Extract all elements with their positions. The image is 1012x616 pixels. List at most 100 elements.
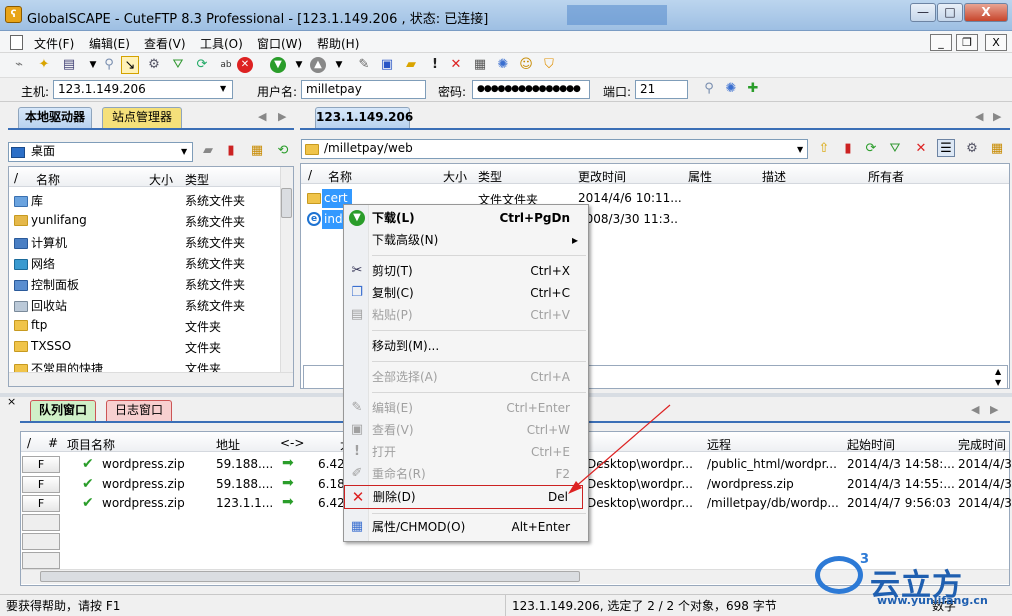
connect-go-icon[interactable]: ⚲ bbox=[700, 80, 718, 98]
list-item[interactable]: ftp 文件夹 bbox=[14, 318, 279, 339]
qcol-item-name[interactable]: 项目名称 bbox=[67, 436, 115, 453]
list-item[interactable]: 回收站 系统文件夹 bbox=[14, 297, 279, 318]
ctx-edit[interactable]: ✎ 编辑(E) Ctrl+Enter bbox=[344, 397, 588, 419]
remote-path-combo[interactable]: /milletpay/web bbox=[301, 139, 808, 159]
upload-icon[interactable]: ▲ bbox=[310, 57, 326, 73]
menu-view[interactable]: 查看(V) bbox=[144, 35, 186, 52]
ctx-download-advanced[interactable]: 下载高级(N) ▸ bbox=[344, 229, 588, 251]
minimize-button[interactable]: — bbox=[910, 3, 936, 22]
queue-row-name[interactable]: wordpress.zip bbox=[102, 477, 185, 498]
qcol-remote[interactable]: 远程 bbox=[707, 436, 731, 453]
tab-scroll-right-icon[interactable]: ▶ bbox=[278, 110, 286, 123]
qcol-start-time[interactable]: 起始时间 bbox=[847, 436, 895, 453]
tab-local-drives[interactable]: 本地驱动器 bbox=[18, 107, 92, 128]
col-size[interactable]: 大小 bbox=[149, 171, 173, 188]
rcol-attributes[interactable]: 属性 bbox=[688, 168, 712, 185]
host-input[interactable]: 123.1.149.206 bbox=[53, 80, 233, 99]
ctx-delete[interactable]: ✕ 删除(D) Del bbox=[344, 485, 583, 509]
delete-icon[interactable]: ✕ bbox=[447, 56, 465, 74]
queue-row-button[interactable]: F bbox=[22, 495, 60, 512]
qcol-address[interactable]: 地址 bbox=[216, 436, 240, 453]
remote-bookmark-icon[interactable]: ▮ bbox=[839, 140, 857, 158]
qcol-index[interactable]: # bbox=[48, 436, 58, 450]
properties-icon[interactable]: ▦ bbox=[471, 56, 489, 74]
rcol-sort[interactable]: / bbox=[308, 168, 312, 182]
rcol-modified[interactable]: 更改时间 bbox=[578, 168, 626, 185]
col-type[interactable]: 类型 bbox=[185, 171, 209, 188]
local-scrollbar-thumb[interactable] bbox=[281, 188, 292, 218]
list-item[interactable]: 库系统文件夹 bbox=[14, 192, 279, 213]
ctx-copy[interactable]: ❐ 复制(C) Ctrl+C bbox=[344, 282, 588, 304]
queue-row-button[interactable]: F bbox=[22, 456, 60, 473]
remote-delete-icon[interactable]: ✕ bbox=[912, 140, 930, 158]
menu-file[interactable]: 文件(F) bbox=[34, 35, 74, 52]
qcol-direction[interactable]: <-> bbox=[280, 436, 304, 450]
ctx-download[interactable]: ▼ 下载(L) Ctrl+PgDn bbox=[344, 207, 588, 229]
ctx-paste[interactable]: ▤ 粘贴(P) Ctrl+V bbox=[344, 304, 588, 326]
list-item[interactable]: 网络 系统文件夹 bbox=[14, 255, 279, 276]
password-input[interactable]: ●●●●●●●●●●●●●●● bbox=[472, 80, 590, 99]
queue-row-name[interactable]: wordpress.zip bbox=[102, 457, 185, 478]
exclamation-icon[interactable]: ! bbox=[426, 56, 444, 74]
remote-path-dropdown-icon[interactable]: ▼ bbox=[797, 145, 803, 154]
menu-edit[interactable]: 编辑(E) bbox=[89, 35, 130, 52]
remote-newfolder-icon[interactable]: ▦ bbox=[988, 140, 1006, 158]
ctx-open[interactable]: ! 打开 Ctrl+E bbox=[344, 441, 588, 463]
new-folder-icon[interactable]: ▦ bbox=[248, 142, 266, 160]
log-scroll-up-icon[interactable]: ▲ bbox=[995, 367, 1001, 376]
close-queue-icon[interactable]: × bbox=[7, 395, 16, 408]
sync-icon[interactable]: ⟲ bbox=[274, 142, 292, 160]
remote-refresh-icon[interactable]: ⟳ bbox=[862, 140, 880, 158]
remote-filter-icon[interactable]: ⛛ bbox=[886, 140, 904, 158]
remote-up-icon[interactable]: ⇧ bbox=[815, 140, 833, 158]
list-item[interactable]: 计算机 系统文件夹 bbox=[14, 234, 279, 255]
log-scroll-down-icon[interactable]: ▼ bbox=[995, 378, 1001, 387]
maximize-button[interactable]: □ bbox=[937, 3, 963, 22]
mdi-minimize-button[interactable]: _ bbox=[930, 34, 952, 51]
stop-icon[interactable]: ✕ bbox=[237, 57, 253, 73]
rcol-type[interactable]: 类型 bbox=[478, 168, 502, 185]
ctx-rename[interactable]: ✐ 重命名(R) F2 bbox=[344, 463, 588, 485]
remote-settings-icon[interactable]: ⚙ bbox=[963, 140, 981, 158]
qcol-end-time[interactable]: 完成时间 bbox=[958, 436, 1006, 453]
qcol-sort[interactable]: / bbox=[27, 436, 31, 450]
wizard-icon[interactable]: ✦ bbox=[35, 56, 53, 74]
rcol-description[interactable]: 描述 bbox=[762, 168, 786, 185]
transfer-mode-icon[interactable]: ↘ bbox=[121, 56, 139, 74]
remote-tab-right-icon[interactable]: ▶ bbox=[993, 110, 1001, 123]
port-input[interactable]: 21 bbox=[635, 80, 688, 99]
rcol-owner[interactable]: 所有者 bbox=[868, 168, 904, 185]
local-hscrollbar[interactable] bbox=[9, 372, 293, 386]
menu-window[interactable]: 窗口(W) bbox=[257, 35, 302, 52]
tab-site-manager[interactable]: 站点管理器 bbox=[102, 107, 182, 128]
host-dropdown-icon[interactable]: ▼ bbox=[220, 84, 226, 93]
binary-icon[interactable]: ab bbox=[217, 56, 235, 74]
menu-help[interactable]: 帮助(H) bbox=[317, 35, 359, 52]
ctx-move-to[interactable]: 移动到(M)... bbox=[344, 335, 588, 357]
bookmark-icon[interactable]: ▮ bbox=[222, 142, 240, 160]
edit-file-icon[interactable]: ✎ bbox=[355, 56, 373, 74]
col-sort[interactable]: / bbox=[14, 171, 18, 185]
local-location-combo[interactable]: 桌面 bbox=[8, 142, 193, 162]
connect-icon[interactable]: ⌁ bbox=[10, 56, 28, 74]
tab-queue[interactable]: 队列窗口 bbox=[30, 400, 96, 421]
ctx-select-all[interactable]: 全部选择(A) Ctrl+A bbox=[344, 366, 588, 388]
list-item[interactable]: 不常用的快捷 文件夹 bbox=[14, 360, 279, 372]
settings-icon[interactable]: ✺ bbox=[494, 56, 512, 74]
filter-icon[interactable]: ⛛ bbox=[169, 56, 187, 74]
remote-tab-left-icon[interactable]: ◀ bbox=[975, 110, 983, 123]
support-icon[interactable]: ☺ bbox=[517, 56, 535, 74]
queue-hscrollbar-thumb[interactable] bbox=[40, 571, 580, 582]
new-site-icon[interactable]: ▤ bbox=[60, 56, 78, 74]
quick-connect-icon[interactable]: ⚲ bbox=[100, 56, 118, 74]
tab-scroll-left-icon[interactable]: ◀ bbox=[258, 110, 266, 123]
open-folder-icon[interactable]: ▰ bbox=[402, 56, 420, 74]
user-input[interactable]: milletpay bbox=[301, 80, 426, 99]
tab-remote-site[interactable]: 123.1.149.206 bbox=[315, 107, 413, 128]
close-button[interactable]: X bbox=[964, 3, 1008, 22]
upload-dropdown-icon[interactable]: ▼ bbox=[330, 56, 348, 74]
rcol-name[interactable]: 名称 bbox=[328, 168, 352, 185]
add-site-icon[interactable]: ✚ bbox=[744, 80, 762, 98]
menu-tools[interactable]: 工具(O) bbox=[200, 35, 243, 52]
connect-settings-icon[interactable]: ✺ bbox=[722, 80, 740, 98]
